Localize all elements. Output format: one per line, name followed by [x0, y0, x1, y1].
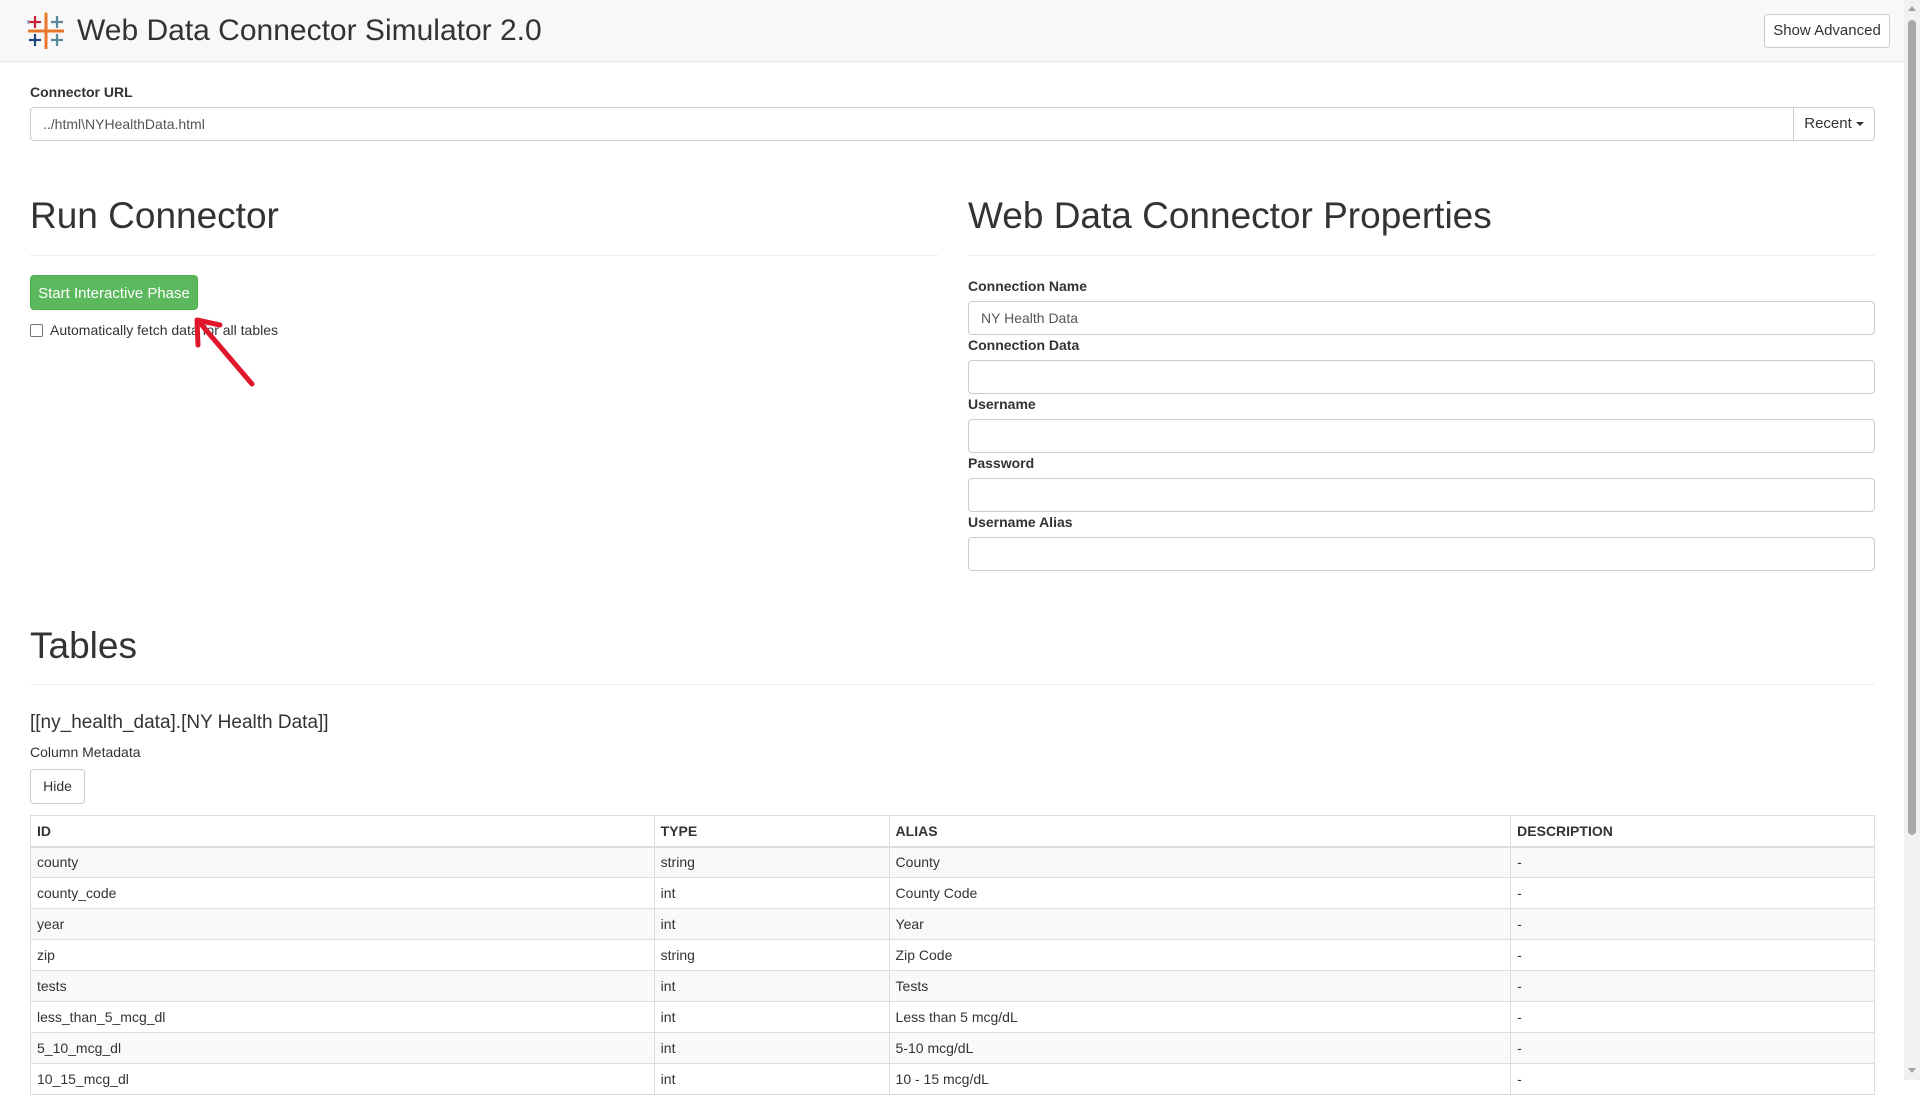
cell-id: county [30, 846, 655, 878]
cell-description: - [1510, 908, 1875, 940]
cell-description: - [1510, 970, 1875, 1002]
cell-description: - [1510, 1063, 1875, 1095]
tables-heading: Tables [30, 625, 137, 666]
cell-type: int [653, 908, 890, 940]
column-header-alias: ALIAS [888, 815, 1512, 848]
username-label: Username [968, 396, 1036, 412]
scroll-up-icon[interactable] [1908, 6, 1916, 11]
cell-alias: County [888, 846, 1512, 878]
red-arrow-icon [194, 317, 255, 387]
page-scrollbar[interactable] [1904, 0, 1920, 1080]
table-row: 10_15_mcg_dl int 10 - 15 mcg/dL - [30, 1063, 1875, 1095]
cell-alias: Year [888, 908, 1512, 940]
cell-description: - [1510, 877, 1875, 909]
cell-type: string [653, 939, 890, 971]
cell-alias: Tests [888, 970, 1512, 1002]
recent-label: Recent [1804, 115, 1852, 132]
table-row: county string County - [30, 846, 1875, 878]
column-header-type: TYPE [653, 815, 890, 848]
username-alias-input[interactable] [968, 537, 1875, 571]
divider [30, 684, 1875, 685]
cell-id: 10_15_mcg_dl [30, 1063, 655, 1095]
cell-alias: Zip Code [888, 939, 1512, 971]
cell-id: county_code [30, 877, 655, 909]
table-row: 5_10_mcg_dl int 5-10 mcg/dL - [30, 1032, 1875, 1064]
table-row: less_than_5_mcg_dl int Less than 5 mcg/d… [30, 1001, 1875, 1033]
navbar: Web Data Connector Simulator 2.0 Show Ad… [0, 0, 1904, 62]
cell-alias: 5-10 mcg/dL [888, 1032, 1512, 1064]
column-header-id: ID [30, 815, 655, 848]
connection-name-input[interactable]: NY Health Data [968, 301, 1875, 335]
cell-id: tests [30, 970, 655, 1002]
cell-description: - [1510, 939, 1875, 971]
recent-dropdown-button[interactable]: Recent [1793, 107, 1875, 141]
table-row: zip string Zip Code - [30, 939, 1875, 971]
cell-type: int [653, 1001, 890, 1033]
table-row: tests int Tests - [30, 970, 1875, 1002]
wdc-properties-heading: Web Data Connector Properties [968, 195, 1492, 236]
connection-data-input[interactable] [968, 360, 1875, 394]
column-header-description: DESCRIPTION [1510, 815, 1875, 848]
cell-alias: County Code [888, 877, 1512, 909]
app-title: Web Data Connector Simulator 2.0 [77, 14, 542, 47]
scroll-down-icon[interactable] [1908, 1068, 1916, 1073]
table-row: year int Year - [30, 908, 1875, 940]
cell-type: int [653, 970, 890, 1002]
cell-type: string [653, 846, 890, 878]
username-input[interactable] [968, 419, 1875, 453]
show-advanced-button[interactable]: Show Advanced [1764, 14, 1890, 48]
connection-name-label: Connection Name [968, 278, 1088, 294]
connection-data-label: Connection Data [968, 337, 1080, 353]
column-metadata-table: ID TYPE ALIAS DESCRIPTION county string … [30, 815, 1875, 1095]
password-label: Password [968, 455, 1035, 471]
cell-description: - [1510, 1001, 1875, 1033]
cell-type: int [653, 1032, 890, 1064]
brand: Web Data Connector Simulator 2.0 [26, 12, 542, 50]
cell-id: zip [30, 939, 655, 971]
table-header-row: ID TYPE ALIAS DESCRIPTION [30, 815, 1875, 848]
column-metadata-label: Column Metadata [30, 744, 141, 760]
password-input[interactable] [968, 478, 1875, 512]
username-alias-label: Username Alias [968, 514, 1073, 530]
connector-url-label: Connector URL [30, 84, 133, 100]
cell-alias: Less than 5 mcg/dL [888, 1001, 1512, 1033]
cell-type: int [653, 1063, 890, 1095]
start-interactive-phase-button[interactable]: Start Interactive Phase [30, 275, 198, 310]
table-row: county_code int County Code - [30, 877, 1875, 909]
cell-description: - [1510, 846, 1875, 878]
auto-fetch-checkbox[interactable] [30, 323, 43, 337]
cell-alias: 10 - 15 mcg/dL [888, 1063, 1512, 1095]
cell-id: year [30, 908, 655, 940]
table-name: [[ny_health_data].[NY Health Data]] [30, 712, 329, 733]
divider [30, 255, 938, 256]
cell-type: int [653, 877, 890, 909]
cell-id: less_than_5_mcg_dl [30, 1001, 655, 1033]
cell-id: 5_10_mcg_dl [30, 1032, 655, 1064]
chevron-down-icon [1855, 122, 1864, 127]
run-connector-heading: Run Connector [30, 195, 279, 236]
cell-description: - [1510, 1032, 1875, 1064]
divider [968, 255, 1875, 256]
tableau-logo-icon [27, 12, 64, 49]
connector-url-input[interactable]: ../html\NYHealthData.html [30, 107, 1794, 141]
hide-button[interactable]: Hide [30, 769, 85, 804]
scrollbar-thumb[interactable] [1908, 20, 1916, 835]
